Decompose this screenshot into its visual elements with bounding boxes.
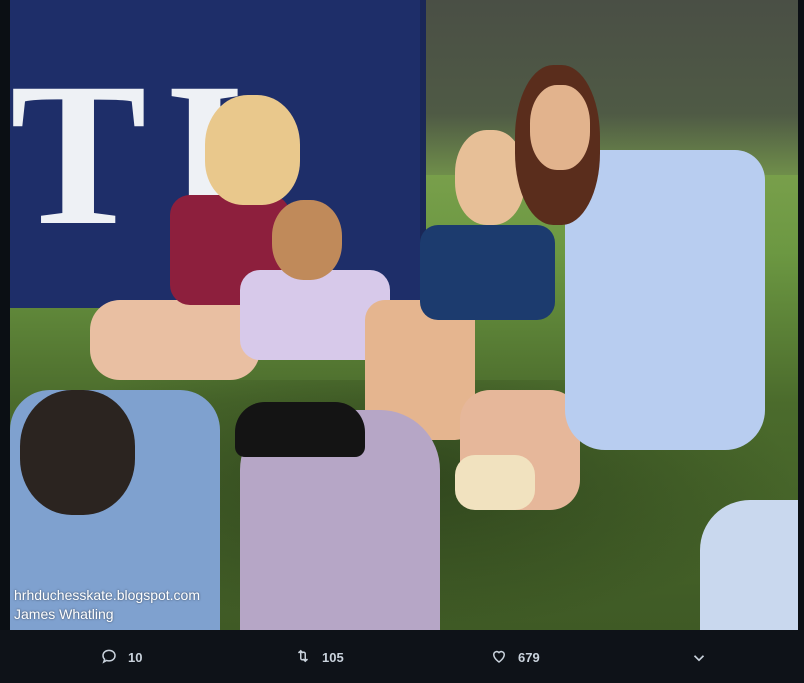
like-count: 679 (518, 649, 540, 665)
shoe (455, 455, 535, 510)
reply-icon (100, 647, 118, 668)
retweet-icon (294, 647, 312, 668)
child-1-head (205, 95, 300, 205)
retweet-count: 105 (322, 649, 344, 665)
watermark-credit: James Whatling (14, 606, 114, 622)
tweet-photo[interactable]: TI (10, 0, 798, 630)
more-button[interactable] (690, 648, 708, 670)
retweet-button[interactable]: 105 (294, 646, 344, 668)
reply-button[interactable]: 10 (100, 646, 142, 668)
tweet-media-frame: TI hrhduchesskate.blogspot.com James Wha… (0, 0, 804, 683)
like-button[interactable]: 679 (490, 646, 540, 668)
foreground-man-3 (700, 500, 798, 630)
foreground-man-2-cap (235, 402, 365, 457)
watermark-site: hrhduchesskate.blogspot.com (14, 587, 200, 603)
adult-woman-face (530, 85, 590, 170)
chevron-down-icon (690, 649, 708, 670)
photo-watermark: hrhduchesskate.blogspot.com James Whatli… (14, 586, 200, 624)
child-1-legs (90, 300, 260, 380)
child-2-head (272, 200, 342, 280)
heart-icon (490, 647, 508, 668)
reply-count: 10 (128, 649, 143, 665)
child-3 (420, 225, 555, 320)
tweet-action-bar: 10 105 679 (0, 630, 804, 683)
foreground-man-1-head (20, 390, 135, 515)
adult-woman (565, 150, 765, 450)
